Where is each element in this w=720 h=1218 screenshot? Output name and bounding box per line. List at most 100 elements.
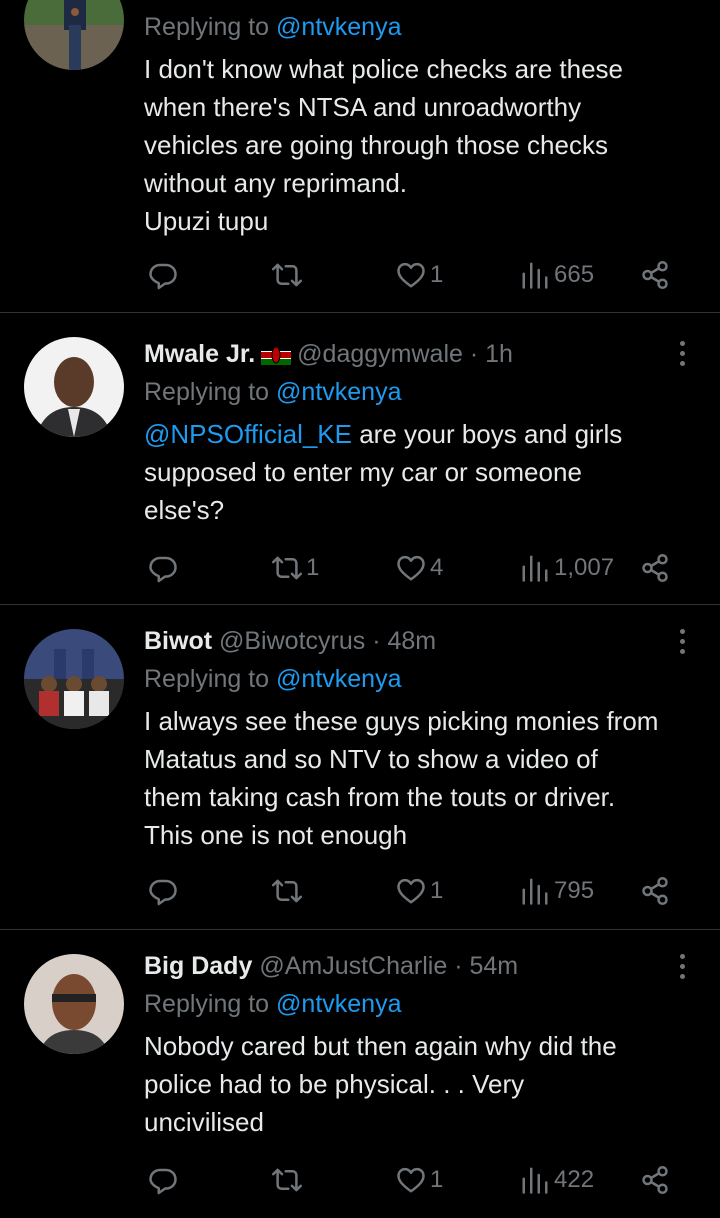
tweet-text: I don't know what police checks are thes… [144, 50, 696, 240]
timestamp[interactable]: · 54m [454, 952, 518, 980]
replying-mention-link[interactable]: @ntvkenya [276, 665, 401, 693]
replying-to: Replying to @ntvkenya [144, 985, 696, 1023]
display-name[interactable]: Mwale Jr. [144, 340, 255, 368]
reply-button[interactable] [148, 873, 178, 909]
views-count: 1,007 [554, 554, 615, 581]
views-button[interactable]: 665 [520, 257, 594, 293]
retweet-icon [272, 553, 302, 583]
replying-mention-link[interactable]: @ntvkenya [276, 13, 401, 41]
retweet-button[interactable] [272, 873, 302, 909]
like-count: 1 [430, 877, 444, 904]
tweet-line: I always see these guys picking monies f… [144, 706, 659, 736]
retweet-icon [272, 876, 302, 906]
tweet-1[interactable]: Replying to @ntvkenya I don't know what … [0, 0, 720, 312]
user-handle[interactable]: @Biwotcyrus [219, 627, 365, 655]
views-icon [520, 553, 550, 583]
like-count: 1 [430, 1166, 444, 1193]
reply-button[interactable] [148, 1162, 178, 1198]
timestamp[interactable]: · 1h [470, 340, 513, 368]
timestamp[interactable]: · 48m [372, 627, 436, 655]
tweet-line: Nobody cared but then again why did the [144, 1031, 617, 1061]
avatar[interactable] [24, 954, 124, 1054]
heart-icon [396, 260, 426, 290]
tweet-line: without any reprimand. [144, 168, 408, 198]
tweet-line: them taking cash from the touts or drive… [144, 782, 616, 812]
share-icon [640, 553, 670, 583]
share-button[interactable] [640, 873, 670, 909]
like-count: 4 [430, 554, 444, 581]
more-icon[interactable] [672, 627, 692, 657]
views-button[interactable]: 422 [520, 1162, 594, 1198]
reply-icon [148, 260, 178, 290]
tweet-line: This one is not enough [144, 820, 408, 850]
tweet-3[interactable]: Biwot @Biwotcyrus · 48m Replying to @ntv… [0, 605, 720, 929]
retweet-button[interactable] [272, 257, 302, 293]
replying-mention-link[interactable]: @ntvkenya [276, 990, 401, 1018]
replying-prefix: Replying to [144, 990, 270, 1018]
tweet-4[interactable]: Big Dady @AmJustCharlie · 54m Replying t… [0, 930, 720, 1218]
tweet-line: police had to be physical. . . Very [144, 1069, 525, 1099]
views-icon [520, 260, 550, 290]
share-icon [640, 876, 670, 906]
display-name[interactable]: Big Dady [144, 952, 252, 980]
replying-to: Replying to @ntvkenya [144, 660, 696, 698]
share-button[interactable] [640, 257, 670, 293]
replying-prefix: Replying to [144, 665, 270, 693]
retweet-icon [272, 1165, 302, 1195]
tweet-text: Nobody cared but then again why did the … [144, 1027, 696, 1141]
heart-icon [396, 876, 426, 906]
views-icon [520, 1165, 550, 1195]
mention-link[interactable]: @NPSOfficial_KE [144, 419, 352, 449]
avatar[interactable] [24, 337, 124, 437]
tweet-text: @NPSOfficial_KE are your boys and girls … [144, 415, 696, 529]
avatar[interactable] [24, 629, 124, 729]
more-icon[interactable] [672, 339, 692, 369]
replying-mention-link[interactable]: @ntvkenya [276, 378, 401, 406]
reply-button[interactable] [148, 257, 178, 293]
tweet-line-text: are your boys and girls [352, 419, 623, 449]
tweet-line: when there's NTSA and unroadworthy [144, 92, 582, 122]
kenya-flag-icon [261, 345, 292, 366]
share-button[interactable] [640, 550, 670, 586]
user-handle[interactable]: @AmJustCharlie [259, 952, 447, 980]
like-button[interactable]: 1 [396, 873, 443, 909]
views-button[interactable]: 1,007 [520, 550, 614, 586]
reply-icon [148, 876, 178, 906]
share-icon [640, 260, 670, 290]
tweet-line: I don't know what police checks are thes… [144, 54, 624, 84]
display-name[interactable]: Biwot [144, 627, 212, 655]
more-icon[interactable] [672, 952, 692, 982]
tweet-header: Mwale Jr. @daggymwale · 1h [144, 335, 696, 373]
share-icon [640, 1165, 670, 1195]
action-bar: 1 4 1,007 [144, 550, 684, 586]
retweet-button[interactable]: 1 [272, 550, 319, 586]
replying-prefix: Replying to [144, 13, 270, 41]
like-count: 1 [430, 261, 444, 288]
tweet-line: Upuzi tupu [144, 206, 269, 236]
heart-icon [396, 1165, 426, 1195]
views-count: 665 [554, 261, 595, 288]
tweet-line: else's? [144, 495, 225, 525]
like-button[interactable]: 4 [396, 550, 443, 586]
reply-button[interactable] [148, 550, 178, 586]
tweet-line: Matatus and so NTV to show a video of [144, 744, 598, 774]
like-button[interactable]: 1 [396, 1162, 443, 1198]
views-icon [520, 876, 550, 906]
action-bar: 1 422 [144, 1162, 684, 1198]
tweet-line: uncivilised [144, 1107, 264, 1137]
share-button[interactable] [640, 1162, 670, 1198]
like-button[interactable]: 1 [396, 257, 443, 293]
views-button[interactable]: 795 [520, 873, 594, 909]
tweet-2[interactable]: Mwale Jr. @daggymwale · 1h Replying to @n… [0, 313, 720, 604]
reply-icon [148, 553, 178, 583]
action-bar: 1 665 [144, 257, 684, 293]
tweet-header: Big Dady @AmJustCharlie · 54m [144, 947, 696, 985]
retweet-button[interactable] [272, 1162, 302, 1198]
tweet-line: @NPSOfficial_KE are your boys and girls [144, 415, 696, 453]
avatar[interactable] [24, 0, 124, 70]
action-bar: 1 795 [144, 873, 684, 909]
tweet-line: vehicles are going through those checks [144, 130, 608, 160]
tweet-header: Biwot @Biwotcyrus · 48m [144, 622, 696, 660]
user-handle[interactable]: @daggymwale [297, 340, 463, 368]
heart-icon [396, 553, 426, 583]
